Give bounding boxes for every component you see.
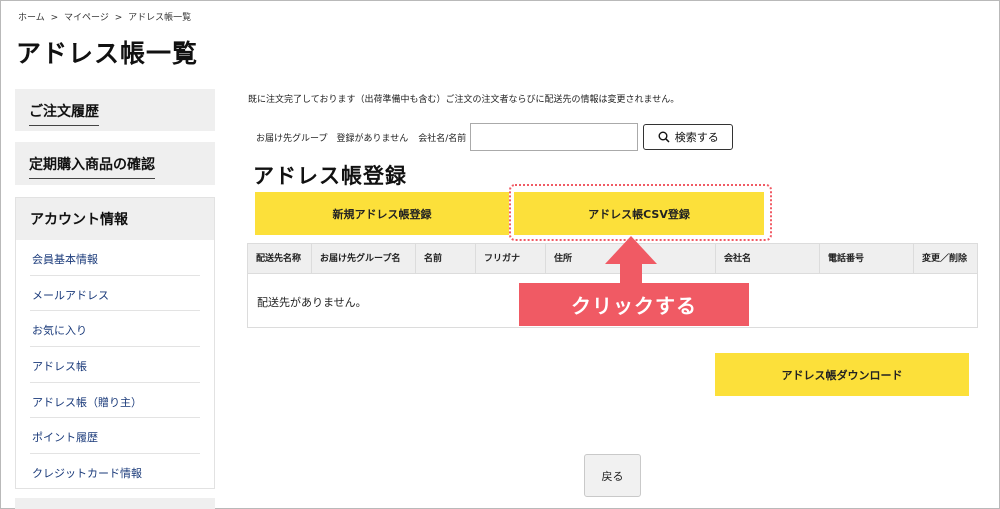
col-company: 会社名 xyxy=(716,244,820,274)
sidebar-subscription-label: 定期購入商品の確認 xyxy=(29,154,155,179)
sidebar-subscription[interactable]: 定期購入商品の確認 xyxy=(15,142,215,185)
section-title: アドレス帳登録 xyxy=(253,164,407,188)
col-phone: 電話番号 xyxy=(820,244,914,274)
page-title: アドレス帳一覧 xyxy=(16,39,199,68)
sidebar-order-history[interactable]: ご注文履歴 xyxy=(15,89,215,131)
sidebar-order-history-label: ご注文履歴 xyxy=(29,101,99,126)
search-button-label: 検索する xyxy=(674,131,719,144)
search-icon xyxy=(658,131,670,143)
sidebar-item-address-book-sender[interactable]: アドレス帳（贈り主） xyxy=(30,383,200,419)
table-empty-message: 配送先がありません。 xyxy=(257,296,367,309)
arrow-up-icon xyxy=(605,236,657,264)
breadcrumb-separator: > xyxy=(50,13,59,23)
click-callout: クリックする xyxy=(519,283,749,326)
col-destination-name: 配送先名称 xyxy=(248,244,312,274)
breadcrumb-separator: > xyxy=(114,13,123,23)
sidebar-account-menu: アカウント情報 会員基本情報 メールアドレス お気に入り アドレス帳 アドレス帳… xyxy=(15,197,215,489)
sidebar-item-credit-card[interactable]: クレジットカード情報 xyxy=(30,454,200,490)
order-notice: 既に注文完了しております（出荷準備中も含む）ご注文の注文者ならびに配送先の情報は… xyxy=(248,95,680,105)
col-furigana: フリガナ xyxy=(476,244,546,274)
col-edit-delete: 変更／削除 xyxy=(922,254,968,264)
sidebar-item-point-history[interactable]: ポイント履歴 xyxy=(30,418,200,455)
search-row: お届け先グループ 登録がありません 会社名/名前 検索する xyxy=(256,123,734,151)
sidebar-item-favorites[interactable]: お気に入り xyxy=(30,311,200,348)
download-address-button[interactable]: アドレス帳ダウンロード xyxy=(715,353,969,396)
csv-button-highlight xyxy=(509,184,772,241)
back-button[interactable]: 戻る xyxy=(584,454,641,497)
sidebar-account-title: アカウント情報 xyxy=(16,198,214,240)
breadcrumb-mypage[interactable]: マイページ xyxy=(64,13,109,23)
delivery-group-label: お届け先グループ 登録がありません xyxy=(256,133,409,144)
breadcrumb-current: アドレス帳一覧 xyxy=(128,13,192,23)
company-name-label: 会社名/名前 xyxy=(418,133,467,144)
arrow-stem xyxy=(620,263,642,285)
sidebar-item-member-info[interactable]: 会員基本情報 xyxy=(30,240,200,276)
search-input[interactable] xyxy=(470,123,639,151)
col-delivery-group: お届け先グループ名 xyxy=(312,244,416,274)
breadcrumb-home[interactable]: ホーム xyxy=(18,13,45,23)
breadcrumb: ホーム > マイページ > アドレス帳一覧 xyxy=(18,10,194,23)
col-name: 名前 xyxy=(416,244,476,274)
sidebar-item-email[interactable]: メールアドレス xyxy=(30,276,200,312)
sidebar-item-address-book[interactable]: アドレス帳 xyxy=(30,347,200,383)
new-address-button[interactable]: 新規アドレス帳登録 xyxy=(255,192,509,235)
sidebar-next-section xyxy=(15,498,215,509)
search-button[interactable]: 検索する xyxy=(643,124,734,150)
